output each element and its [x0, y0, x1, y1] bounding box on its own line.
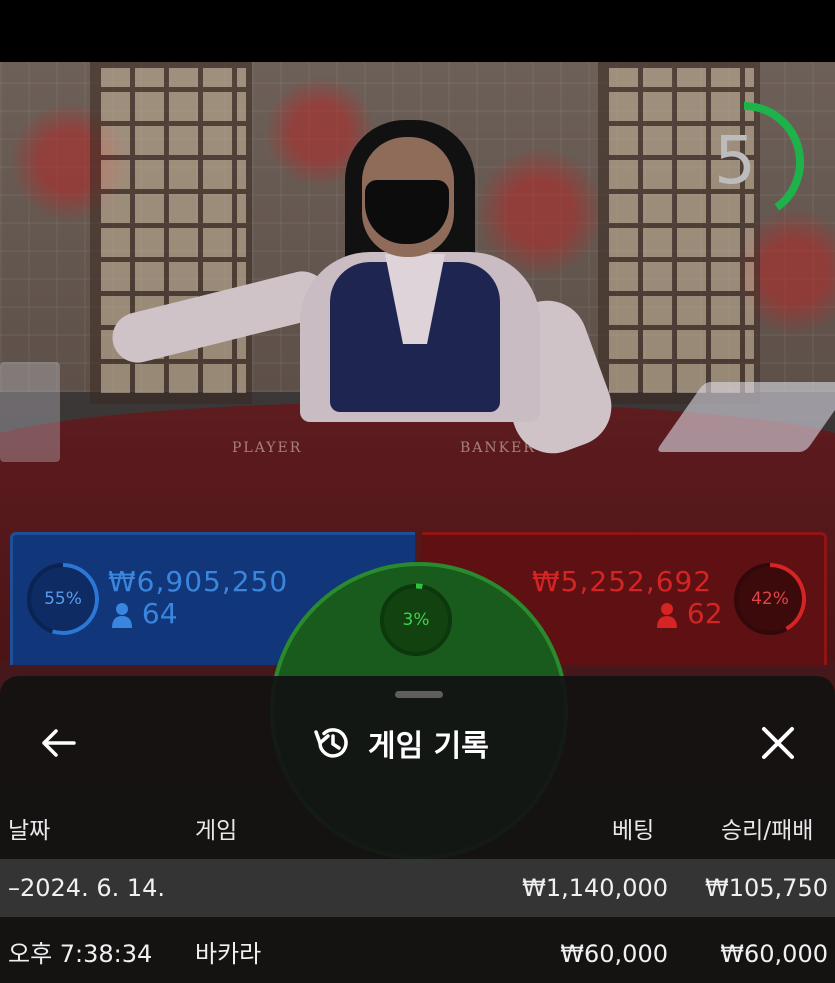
column-header-result: 승리/패배 [721, 818, 814, 844]
row-result: ₩60,000 [720, 940, 828, 968]
close-button[interactable] [752, 718, 804, 768]
column-header-game: 게임 [195, 818, 238, 844]
tie-percent: 3% [402, 610, 430, 630]
card-box [0, 362, 60, 462]
row-time: 오후 7:38:34 [8, 940, 153, 968]
date-group-label: –2024. 6. 14. [8, 874, 166, 902]
person-icon [112, 603, 132, 628]
back-button[interactable] [34, 721, 82, 765]
player-amount: ₩6,905,250 [108, 565, 289, 598]
top-black-bar [0, 0, 835, 62]
banker-percent-ring: 42% [732, 561, 808, 637]
column-header-bet: 베팅 [612, 818, 655, 844]
row-bet: ₩60,000 [560, 940, 668, 968]
close-icon [762, 727, 794, 759]
sheet-drag-handle[interactable] [395, 691, 443, 698]
date-group-bet: ₩1,140,000 [522, 874, 668, 902]
row-game: 바카라 [195, 940, 262, 968]
column-header-date: 날짜 [8, 818, 51, 844]
arrow-left-icon [42, 729, 76, 757]
banker-count: 62 [686, 597, 723, 630]
sheet-title-text: 게임 기록 [368, 729, 489, 764]
countdown-timer: 5 [700, 92, 810, 222]
history-icon [314, 728, 348, 758]
date-group-result: ₩105,750 [705, 874, 828, 902]
player-percent-ring: 55% [25, 561, 101, 637]
banker-amount: ₩5,252,692 [532, 565, 713, 598]
banker-percent: 42% [751, 589, 789, 609]
game-history-sheet: 게임 기록 날짜 게임 베팅 승리/패배 –2024. 6. 14. ₩1,14… [0, 676, 835, 983]
player-felt-label: PLAYER [232, 440, 303, 456]
player-percent: 55% [44, 589, 82, 609]
timer-value: 5 [714, 122, 756, 199]
date-group-row[interactable]: –2024. 6. 14. ₩1,140,000 ₩105,750 [0, 859, 835, 917]
player-count: 64 [141, 597, 178, 630]
player-count-wrap: 64 [111, 597, 178, 630]
tie-percent-ring: 3% [378, 582, 454, 658]
sheet-title: 게임 기록 [312, 718, 489, 768]
banker-count-wrap: 62 [656, 597, 723, 630]
person-icon [657, 603, 677, 628]
table-row[interactable]: 오후 7:38:34 바카라 ₩60,000 ₩60,000 [0, 925, 835, 983]
